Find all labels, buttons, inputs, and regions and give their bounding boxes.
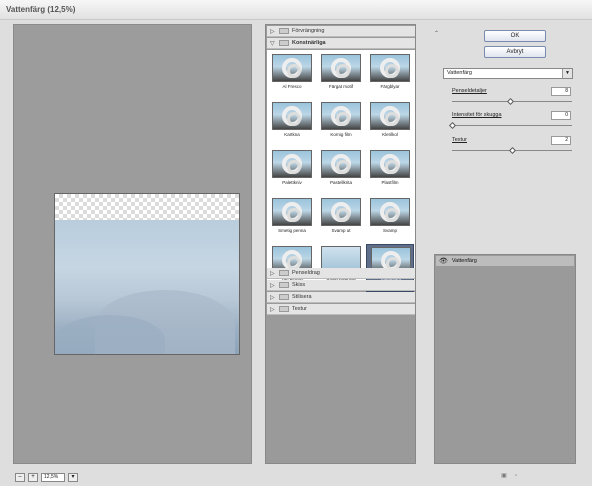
filter-thumb[interactable]: Pastellkrita [317,148,365,196]
filter-thumb[interactable]: Klerilkol [366,100,414,148]
param-input-texture[interactable]: 2 [551,136,571,145]
slider-shadow-intensity[interactable] [448,121,572,130]
filter-thumb-label: Färgat motif [328,84,353,89]
slider-brush-detail[interactable] [452,97,572,106]
filter-thumb-image [370,102,410,130]
folder-icon [279,40,289,46]
filter-thumb-label: Kartkna [284,132,300,137]
param-label-texture: Textur [452,137,467,143]
filter-thumb[interactable]: Färgat motif [317,52,365,100]
new-effect-layer-icon[interactable]: ▣ [500,472,508,480]
folder-icon [279,282,289,288]
slider-texture[interactable] [452,146,572,155]
filter-thumb-image [272,198,312,226]
filter-thumb-image [370,198,410,226]
effect-layer-row[interactable]: 👁 Vattenfärg [436,256,574,267]
filter-thumbnails: Al Fresco Färgat motif Färgblyar Kartkna… [267,50,415,292]
slider-knob[interactable] [448,121,457,130]
delete-effect-layer-icon[interactable]: ▫ [512,472,520,480]
folder-skiss[interactable]: ▷ Skiss [267,280,415,291]
filter-thumb[interactable]: Färgblyar [366,52,414,100]
preview-pane[interactable] [13,24,252,464]
filter-gallery: ▷ Förvrängning ▽ Konstnärliga Al Fresco … [265,24,416,464]
filter-thumb[interactable]: Smetig penna [268,196,316,244]
param-label-brush-detail: Penseldetaljer [452,88,487,94]
expand-triangle-icon: ▷ [270,28,275,35]
eye-icon[interactable]: 👁 [439,257,448,265]
filter-thumb-label: Plastfilm [381,180,399,185]
zoom-in-button[interactable]: + [28,472,38,482]
folder-penseldrag[interactable]: ▷ Penseldrag [267,268,415,279]
folder-icon [279,306,289,312]
filter-select[interactable]: Vattenfärg ▼ [443,68,573,79]
filter-thumb-label: Palettkniv [282,180,302,185]
filter-thumb[interactable]: Plastfilm [366,148,414,196]
filter-thumb-label: Kornig film [330,132,352,137]
window-title: Vattenfärg (12,5%) [6,5,76,14]
folder-icon [279,270,289,276]
expand-triangle-icon: ▷ [270,282,275,289]
filter-thumb-label: Färgblyar [380,84,400,89]
filter-thumb-label: Pastellkrita [329,180,352,185]
folder-forvrangning[interactable]: ▷ Förvrängning [267,26,415,37]
param-label-shadow-intensity: Intensitet för skugga [452,112,502,118]
preview-photo [55,220,239,354]
filter-thumb-label: Svamp ut [331,228,351,233]
effect-layers-panel: 👁 Vattenfärg [434,254,576,464]
filter-thumb[interactable]: Palettkniv [268,148,316,196]
filter-thumb-image [321,150,361,178]
filter-thumb-image [272,150,312,178]
expand-triangle-icon: ▷ [270,306,275,313]
filter-thumb-image [321,198,361,226]
folder-textur[interactable]: ▷ Textur [267,304,415,315]
slider-knob[interactable] [508,146,517,155]
filter-thumb-label: Smetig penna [278,228,306,233]
preview-image[interactable] [54,193,240,355]
filter-thumb-image [272,54,312,82]
layer-tools: ▣ ▫ [500,472,520,480]
collapse-triangle-icon: ▽ [270,40,275,47]
filter-thumb-image [321,54,361,82]
transparency-checkerboard [55,194,239,220]
title-bar: Vattenfärg (12,5%) [0,0,592,20]
zoom-dropdown-icon[interactable]: ▾ [68,472,78,482]
folder-konstnarliga[interactable]: ▽ Konstnärliga [267,38,415,49]
param-input-brush-detail[interactable]: 8 [551,87,571,96]
filter-thumb-image [321,102,361,130]
folder-label: Förvrängning [292,28,325,34]
filter-select-value: Vattenfärg [447,70,472,76]
chevron-down-icon: ▼ [562,69,572,78]
filter-thumb[interactable]: Al Fresco [268,52,316,100]
filter-thumb-label: Al Fresco [282,84,302,89]
cancel-button[interactable]: Avbryt [484,46,546,58]
filter-thumb-label: Svamp [382,228,397,233]
filter-thumb[interactable]: Svamp ut [317,196,365,244]
effect-layer-name: Vattenfärg [451,258,477,264]
param-input-shadow-intensity[interactable]: 0 [551,111,571,120]
filter-thumb-image [370,54,410,82]
folder-label: Penseldrag [292,270,320,276]
folder-label: Skiss [292,282,306,288]
zoom-value[interactable]: 12,5% [41,472,65,482]
folder-label: Konstnärliga [292,40,326,46]
filter-thumb-label: Klerilkol [382,132,398,137]
filter-thumb-image [370,150,410,178]
zoom-bar: – + 12,5% ▾ [15,472,78,482]
folder-label: Textur [292,306,307,312]
folder-icon [279,28,289,34]
collapse-gallery-icon[interactable]: ⌃ [434,30,439,37]
expand-triangle-icon: ▷ [270,294,275,301]
zoom-out-button[interactable]: – [15,472,25,482]
ok-button[interactable]: OK [484,30,546,42]
slider-knob[interactable] [506,97,515,106]
expand-triangle-icon: ▷ [270,270,275,277]
folder-icon [279,294,289,300]
filter-thumb[interactable]: Kornig film [317,100,365,148]
filter-thumb-image [272,102,312,130]
filter-thumb[interactable]: Kartkna [268,100,316,148]
folder-label: Stilisera [292,294,312,300]
folder-stilisera[interactable]: ▷ Stilisera [267,292,415,303]
filter-thumb[interactable]: Svamp [366,196,414,244]
